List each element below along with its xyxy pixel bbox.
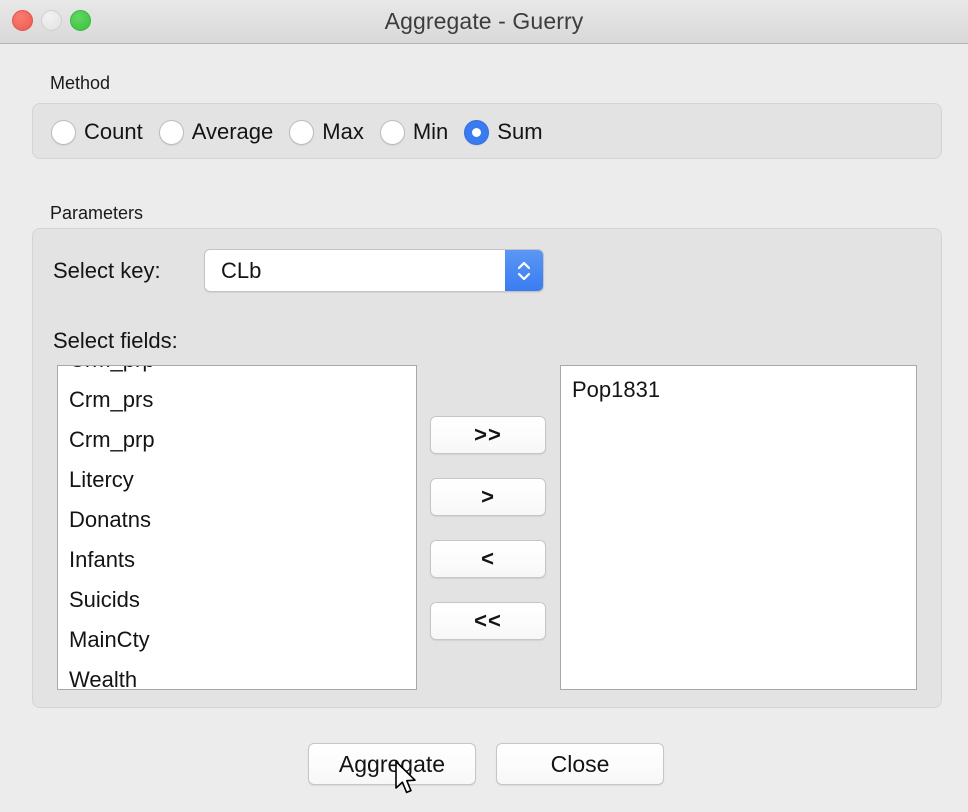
radio-min[interactable]: Min <box>379 119 449 145</box>
radio-label-max: Max <box>322 119 364 144</box>
list-item[interactable]: Litercy <box>58 460 416 500</box>
list-item[interactable]: Crm_prp <box>58 366 416 380</box>
method-group-box: Count Average Max Min Sum <box>32 103 942 159</box>
radio-count[interactable]: Count <box>51 119 143 145</box>
radio-label-count: Count <box>84 119 143 144</box>
parameters-group-label: Parameters <box>50 203 144 223</box>
radio-circle-icon <box>158 119 184 145</box>
available-fields-list[interactable]: Crm_prp Crm_prs Crm_prp Litercy Donatns … <box>57 365 417 690</box>
select-key-dropdown[interactable]: CLb <box>204 249 544 292</box>
list-item[interactable]: Pop1831 <box>561 370 916 410</box>
select-key-value: CLb <box>221 258 262 283</box>
available-fields-list-inner: Crm_prp Crm_prs Crm_prp Litercy Donatns … <box>58 366 416 689</box>
radio-average[interactable]: Average <box>158 119 274 145</box>
radio-circle-selected-icon <box>464 119 490 145</box>
method-group-label: Method <box>50 73 111 93</box>
list-item[interactable]: Wealth <box>58 660 416 689</box>
list-item[interactable]: Suicids <box>58 580 416 620</box>
selected-fields-list-inner: Pop1831 <box>561 370 916 410</box>
move-all-right-button[interactable]: >> <box>430 416 546 454</box>
aggregate-button[interactable]: Aggregate <box>308 743 476 785</box>
aggregate-dialog-window: Aggregate - Guerry Method Count Average … <box>0 0 968 812</box>
list-item[interactable]: Infants <box>58 540 416 580</box>
method-radio-group: Count Average Max Min Sum <box>51 104 543 160</box>
radio-label-sum: Sum <box>497 119 543 144</box>
radio-circle-icon <box>289 119 315 145</box>
radio-label-min: Min <box>412 119 449 144</box>
close-button[interactable]: Close <box>496 743 664 785</box>
move-all-left-button[interactable]: << <box>430 602 546 640</box>
window-title: Aggregate - Guerry <box>384 8 584 34</box>
move-right-button[interactable]: > <box>430 478 546 516</box>
radio-circle-icon <box>379 119 405 145</box>
list-item[interactable]: Donatns <box>58 500 416 540</box>
move-left-button[interactable]: < <box>430 540 546 578</box>
stepper-chevrons-icon[interactable] <box>505 250 543 291</box>
selected-fields-list[interactable]: Pop1831 <box>560 365 917 690</box>
radio-label-average: Average <box>191 119 274 144</box>
list-item[interactable]: Crm_prp <box>58 420 416 460</box>
list-item[interactable]: Crm_prs <box>58 380 416 420</box>
list-item[interactable]: MainCty <box>58 620 416 660</box>
radio-circle-icon <box>51 119 76 145</box>
select-key-label: Select key: <box>53 258 161 283</box>
radio-sum[interactable]: Sum <box>464 119 543 145</box>
radio-max[interactable]: Max <box>289 119 364 145</box>
title-bar: Aggregate - Guerry <box>0 0 968 44</box>
select-fields-label: Select fields: <box>53 328 178 353</box>
